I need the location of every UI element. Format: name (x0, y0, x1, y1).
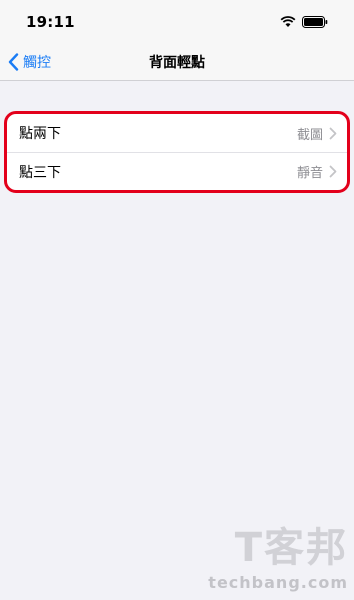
page-title: 背面輕點 (149, 55, 205, 71)
wifi-icon (280, 16, 296, 27)
row-value: 靜音 (296, 166, 323, 181)
row-detail: 靜音 (297, 162, 337, 181)
chevron-right-icon (329, 165, 337, 178)
list-item-triple-tap[interactable]: 點三下 靜音 (7, 152, 347, 190)
watermark: T客邦 techbang.com (208, 515, 348, 592)
status-icons (280, 16, 328, 28)
battery-icon (302, 16, 328, 28)
row-value: 截圖 (296, 127, 323, 143)
navigation-bar: 觸控 背面輕點 (0, 44, 354, 81)
row-detail: 截圖 (297, 124, 337, 143)
back-label: 觸控 (23, 55, 51, 71)
watermark-brand: T客邦 (234, 525, 348, 571)
chevron-left-icon (8, 53, 19, 71)
list-item-double-tap[interactable]: 點兩下 截圖 (7, 114, 347, 152)
row-label: 點三下 (19, 164, 61, 181)
status-time: 19:11 (26, 13, 75, 31)
chevron-right-icon (329, 127, 337, 139)
row-label: 點兩下 (19, 126, 61, 142)
back-button[interactable]: 觸控 (8, 44, 51, 80)
status-bar: 19:11 (0, 0, 354, 44)
watermark-site: techbang.com (208, 573, 348, 592)
settings-list: 點兩下 截圖 點三下 靜音 (4, 111, 350, 193)
